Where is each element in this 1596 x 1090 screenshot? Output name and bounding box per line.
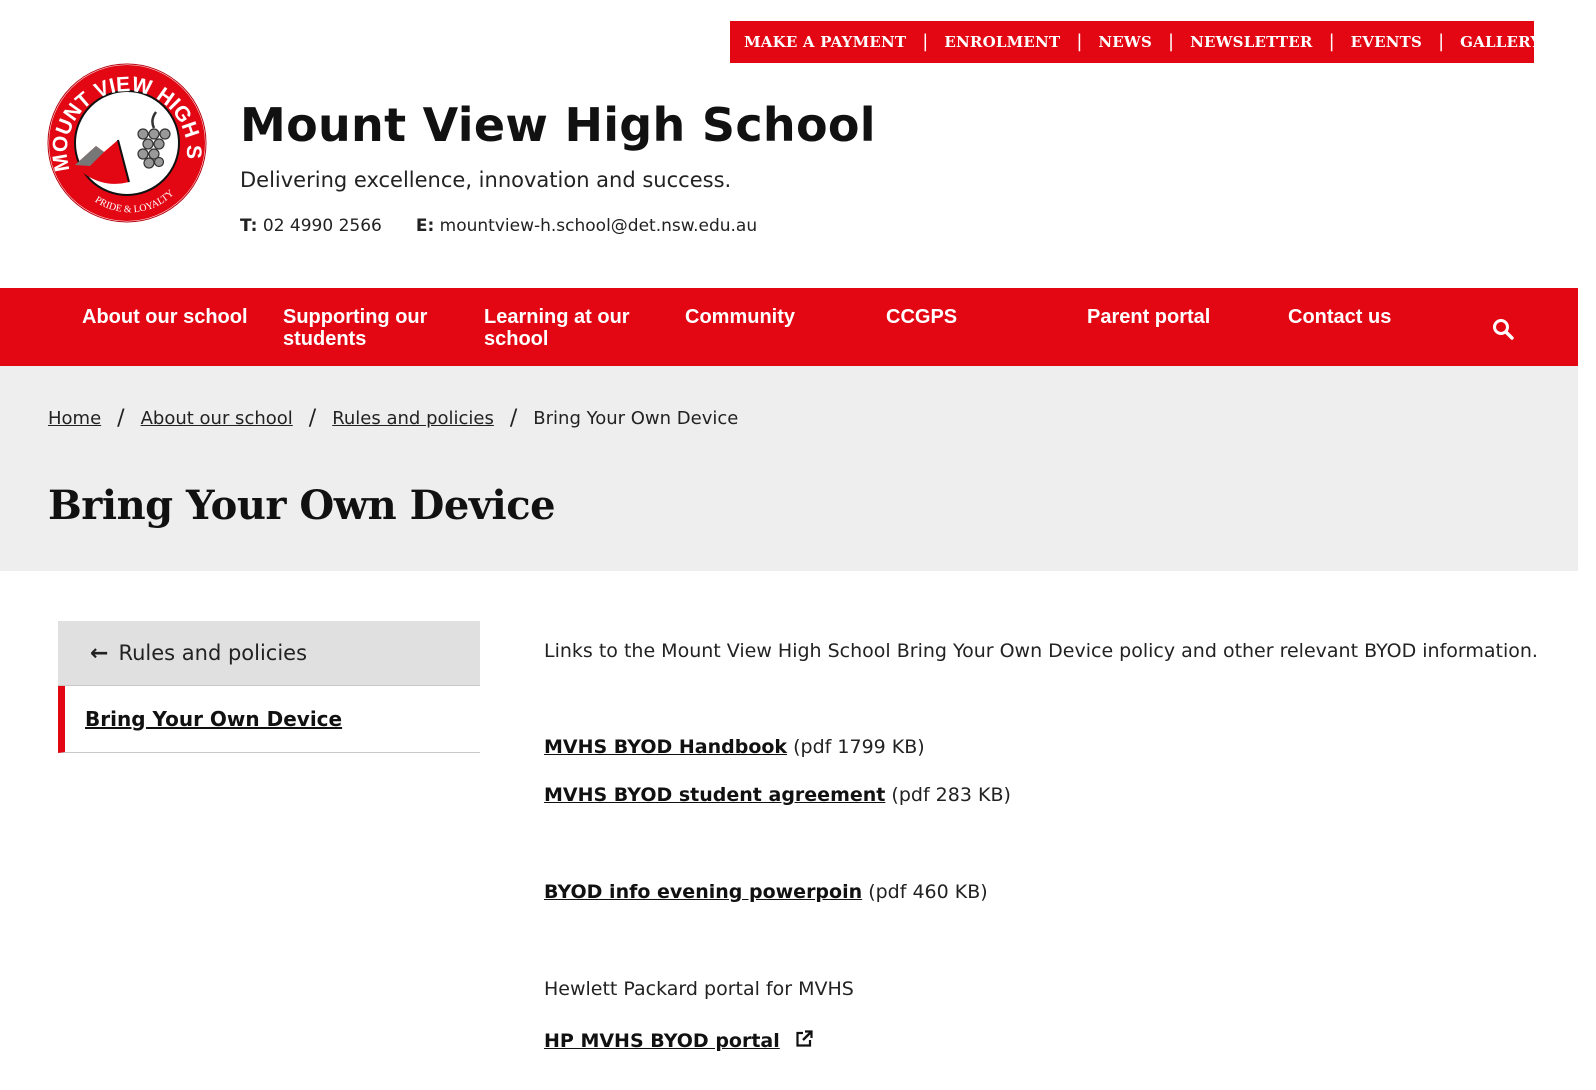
side-nav: ← Rules and policies Bring Your Own Devi…	[58, 621, 480, 753]
utility-link-make-payment[interactable]: MAKE A PAYMENT	[744, 33, 906, 51]
breadcrumb-home[interactable]: Home	[48, 408, 101, 429]
side-nav-current-item[interactable]: Bring Your Own Device	[58, 686, 480, 753]
breadcrumb-current: Bring Your Own Device	[533, 408, 739, 429]
phone-label: T:	[240, 216, 258, 236]
agreement-entry: MVHS BYOD student agreement (pdf 283 KB)	[544, 784, 1011, 806]
side-nav-back-label: Rules and policies	[118, 641, 308, 665]
utility-separator: |	[922, 31, 929, 52]
nav-contact-us[interactable]: Contact us	[1288, 306, 1391, 328]
breadcrumb-separator: /	[308, 406, 317, 431]
contact-details: T: 02 4990 2566 E: mountview-h.school@de…	[240, 216, 757, 236]
breadcrumb: Home / About our school / Rules and poli…	[48, 406, 738, 431]
side-nav-back[interactable]: ← Rules and policies	[58, 621, 480, 686]
breadcrumb-about-our-school[interactable]: About our school	[141, 408, 293, 429]
hp-portal-text: Hewlett Packard portal for MVHS	[544, 978, 854, 1000]
main-nav: About our school Supporting our students …	[0, 288, 1578, 366]
file-meta: (pdf 283 KB)	[891, 784, 1011, 806]
utility-separator: |	[1438, 31, 1445, 52]
school-logo[interactable]: MOUNT VIEW HIGH SCHOOL PRIDE & LOYALTY	[46, 62, 208, 224]
external-link-icon	[796, 1030, 813, 1047]
nav-supporting-our-students[interactable]: Supporting our students	[283, 306, 427, 350]
side-nav-current-label[interactable]: Bring Your Own Device	[85, 707, 342, 731]
breadcrumb-separator: /	[117, 406, 125, 431]
email-label: E:	[415, 216, 435, 236]
nav-community[interactable]: Community	[685, 306, 795, 328]
utility-separator: |	[1328, 31, 1335, 52]
file-meta: (pdf 460 KB)	[868, 881, 988, 903]
school-tagline: Delivering excellence, innovation and su…	[240, 168, 732, 192]
breadcrumb-rules-and-policies[interactable]: Rules and policies	[332, 408, 494, 429]
email-contact: E: mountview-h.school@det.nsw.edu.au	[416, 216, 757, 236]
phone-contact: T: 02 4990 2566	[240, 216, 382, 236]
byod-info-evening-link[interactable]: BYOD info evening powerpoin	[544, 881, 862, 903]
search-icon[interactable]	[1492, 318, 1514, 340]
utility-link-gallery[interactable]: GALLERY	[1460, 33, 1541, 51]
utility-link-news[interactable]: NEWS	[1098, 33, 1152, 51]
file-meta: (pdf 1799 KB)	[793, 736, 925, 758]
intro-text: Links to the Mount View High School Brin…	[544, 640, 1538, 662]
arrow-left-icon: ←	[90, 640, 109, 666]
hp-portal-entry: HP MVHS BYOD portal	[544, 1029, 814, 1052]
nav-ccgps[interactable]: CCGPS	[886, 306, 957, 328]
byod-handbook-link[interactable]: MVHS BYOD Handbook	[544, 736, 787, 758]
school-name[interactable]: Mount View High School	[240, 98, 876, 152]
byod-student-agreement-link[interactable]: MVHS BYOD student agreement	[544, 784, 885, 806]
utility-separator: |	[1168, 31, 1175, 52]
page-title: Bring Your Own Device	[48, 482, 556, 529]
powerpoint-entry: BYOD info evening powerpoin (pdf 460 KB)	[544, 881, 988, 903]
nav-learning-at-our-school[interactable]: Learning at our school	[484, 306, 630, 350]
handbook-entry: MVHS BYOD Handbook (pdf 1799 KB)	[544, 736, 925, 758]
utility-separator: |	[1076, 31, 1083, 52]
hp-byod-portal-link[interactable]: HP MVHS BYOD portal	[544, 1030, 780, 1052]
utility-link-newsletter[interactable]: NEWSLETTER	[1190, 33, 1313, 51]
breadcrumb-separator: /	[509, 406, 518, 431]
email-address[interactable]: mountview-h.school@det.nsw.edu.au	[440, 216, 757, 236]
phone-number[interactable]: 02 4990 2566	[263, 216, 382, 236]
page-header: Home / About our school / Rules and poli…	[0, 366, 1578, 571]
nav-about-our-school[interactable]: About our school	[82, 306, 248, 328]
utility-nav: MAKE A PAYMENT | ENROLMENT | NEWS | NEWS…	[730, 21, 1541, 63]
nav-parent-portal[interactable]: Parent portal	[1087, 306, 1210, 328]
utility-link-events[interactable]: EVENTS	[1351, 33, 1422, 51]
utility-link-enrolment[interactable]: ENROLMENT	[944, 33, 1060, 51]
